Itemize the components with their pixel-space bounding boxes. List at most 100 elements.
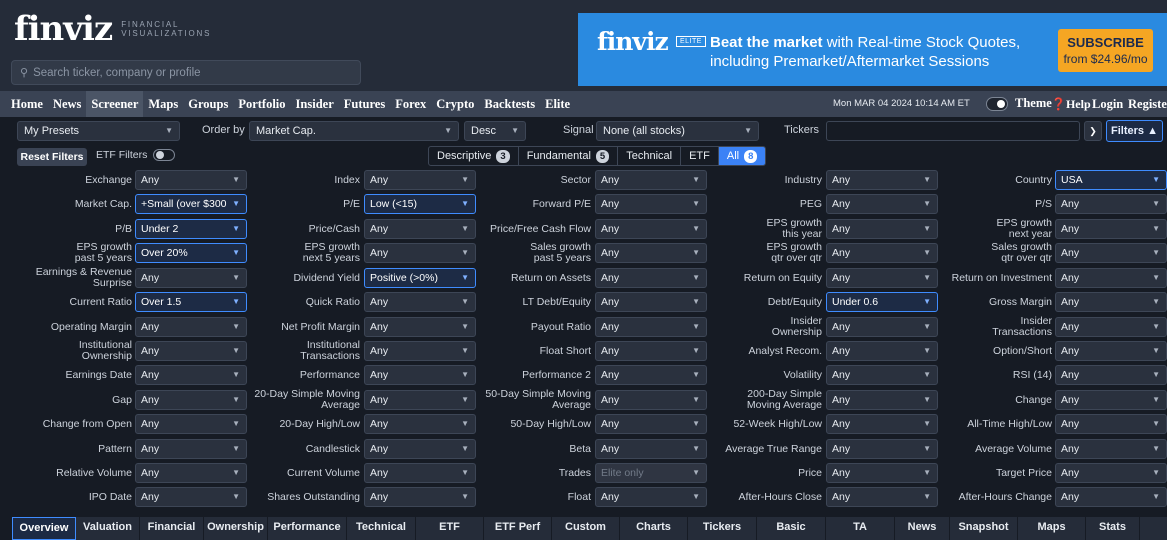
filter-select-eps-growth-this-year[interactable]: Any ▼	[826, 218, 938, 239]
subscribe-button[interactable]: SUBSCRIBE from $24.96/mo	[1058, 29, 1153, 72]
filter-select-float[interactable]: Any ▼	[595, 487, 707, 508]
filter-select-current-ratio[interactable]: Over 1.5 ▼	[135, 292, 247, 313]
filter-select-performance-2[interactable]: Any ▼	[595, 365, 707, 386]
filter-select-forward-p-e[interactable]: Any ▼	[595, 194, 707, 215]
filter-select-peg[interactable]: Any ▼	[826, 194, 938, 215]
filter-select-performance[interactable]: Any ▼	[364, 365, 476, 386]
filter-select-p-b[interactable]: Under 2 ▼	[135, 218, 247, 239]
filter-select-sales-growth-qtr-over-qtr[interactable]: Any ▼	[1055, 243, 1167, 264]
filter-select-payout-ratio[interactable]: Any ▼	[595, 316, 707, 337]
filter-select-operating-margin[interactable]: Any ▼	[135, 316, 247, 337]
filter-select-insider-ownership[interactable]: Any ▼	[826, 316, 938, 337]
nav-groups[interactable]: Groups	[183, 91, 233, 117]
filter-select-candlestick[interactable]: Any ▼	[364, 438, 476, 459]
filter-select-target-price[interactable]: Any ▼	[1055, 463, 1167, 484]
nav-elite[interactable]: Elite	[540, 91, 575, 117]
filter-select-exchange[interactable]: Any ▼	[135, 170, 247, 190]
filter-select-analyst-recom[interactable]: Any ▼	[826, 340, 938, 361]
help-link[interactable]: ❓Help	[1051, 91, 1091, 117]
filter-select-market-cap[interactable]: +Small (over $300 ▼	[135, 194, 247, 215]
view-tab-performance[interactable]: Performance	[268, 517, 347, 540]
filter-select-institutional-ownership[interactable]: Any ▼	[135, 340, 247, 361]
filter-select-price[interactable]: Any ▼	[826, 463, 938, 484]
view-tab-valuation[interactable]: Valuation	[76, 517, 140, 540]
filter-select-index[interactable]: Any ▼	[364, 170, 476, 190]
filter-select-country[interactable]: USA ▼	[1055, 170, 1167, 190]
filter-select-gross-margin[interactable]: Any ▼	[1055, 292, 1167, 313]
filter-select-after-hours-close[interactable]: Any ▼	[826, 487, 938, 508]
filter-select-return-on-assets[interactable]: Any ▼	[595, 267, 707, 288]
filter-select-earnings-date[interactable]: Any ▼	[135, 365, 247, 386]
filter-select-price-cash[interactable]: Any ▼	[364, 218, 476, 239]
filter-select-eps-growth-qtr-over-qtr[interactable]: Any ▼	[826, 243, 938, 264]
view-tab-snapshot[interactable]: Snapshot	[950, 517, 1018, 540]
filter-select-p-s[interactable]: Any ▼	[1055, 194, 1167, 215]
filter-select-all-time-high-low[interactable]: Any ▼	[1055, 414, 1167, 435]
filter-select-beta[interactable]: Any ▼	[595, 438, 707, 459]
nav-futures[interactable]: Futures	[339, 91, 390, 117]
filter-select-current-volume[interactable]: Any ▼	[364, 463, 476, 484]
filter-select-change[interactable]: Any ▼	[1055, 389, 1167, 410]
view-tab-news[interactable]: News	[895, 517, 950, 540]
view-tab-tickers[interactable]: Tickers	[688, 517, 757, 540]
tab-descriptive[interactable]: Descriptive 3	[429, 147, 519, 165]
filter-select-change-from-open[interactable]: Any ▼	[135, 414, 247, 435]
filter-select-52-week-high-low[interactable]: Any ▼	[826, 414, 938, 435]
filter-select-eps-growth-next-year[interactable]: Any ▼	[1055, 218, 1167, 239]
nav-forex[interactable]: Forex	[390, 91, 431, 117]
filter-select-average-volume[interactable]: Any ▼	[1055, 438, 1167, 459]
presets-select[interactable]: My Presets ▼	[17, 121, 180, 141]
filter-select-institutional-transactions[interactable]: Any ▼	[364, 340, 476, 361]
filter-select-ipo-date[interactable]: Any ▼	[135, 487, 247, 508]
view-tab-ownership[interactable]: Ownership	[204, 517, 268, 540]
tab-technical[interactable]: Technical	[618, 147, 682, 165]
filter-select-200-day-simple-moving-average[interactable]: Any ▼	[826, 389, 938, 410]
nav-screener[interactable]: Screener	[86, 91, 144, 117]
nav-insider[interactable]: Insider	[291, 91, 339, 117]
filter-select-industry[interactable]: Any ▼	[826, 170, 938, 190]
filter-select-pattern[interactable]: Any ▼	[135, 438, 247, 459]
view-tab-ta[interactable]: TA	[826, 517, 895, 540]
view-tab-overview[interactable]: Overview	[12, 517, 76, 540]
filter-select-dividend-yield[interactable]: Positive (>0%) ▼	[364, 267, 476, 288]
view-tab-etf[interactable]: ETF	[416, 517, 484, 540]
view-tab-maps[interactable]: Maps	[1018, 517, 1086, 540]
filter-select-volatility[interactable]: Any ▼	[826, 365, 938, 386]
reset-filters-button[interactable]: Reset Filters	[17, 148, 87, 166]
filter-select-eps-growth-past-5-years[interactable]: Over 20% ▼	[135, 243, 247, 264]
filter-select-average-true-range[interactable]: Any ▼	[826, 438, 938, 459]
filter-select-quick-ratio[interactable]: Any ▼	[364, 292, 476, 313]
register-link[interactable]: Register	[1128, 91, 1167, 117]
view-tab-technical[interactable]: Technical	[347, 517, 416, 540]
filter-select-debt-equity[interactable]: Under 0.6 ▼	[826, 292, 938, 313]
order-direction-select[interactable]: Desc ▼	[464, 121, 526, 141]
filter-select-return-on-investment[interactable]: Any ▼	[1055, 267, 1167, 288]
filter-select-20-day-high-low[interactable]: Any ▼	[364, 414, 476, 435]
tab-fundamental[interactable]: Fundamental 5	[519, 147, 619, 165]
filter-select-lt-debt-equity[interactable]: Any ▼	[595, 292, 707, 313]
filter-select-rsi-14[interactable]: Any ▼	[1055, 365, 1167, 386]
filter-select-net-profit-margin[interactable]: Any ▼	[364, 316, 476, 337]
filter-select-shares-outstanding[interactable]: Any ▼	[364, 487, 476, 508]
filters-toggle-button[interactable]: Filters ▲	[1106, 120, 1163, 142]
filter-select-earnings-revenue-surprise[interactable]: Any ▼	[135, 267, 247, 288]
view-tab-basic[interactable]: Basic	[757, 517, 826, 540]
filter-select-50-day-simple-moving-average[interactable]: Any ▼	[595, 389, 707, 410]
nav-crypto[interactable]: Crypto	[431, 91, 479, 117]
filter-select-gap[interactable]: Any ▼	[135, 389, 247, 410]
filter-select-relative-volume[interactable]: Any ▼	[135, 463, 247, 484]
signal-select[interactable]: None (all stocks) ▼	[596, 121, 759, 141]
theme-switch[interactable]	[986, 96, 1008, 111]
theme-toggle[interactable]: Theme	[986, 96, 1052, 111]
filter-select-price-free-cash-flow[interactable]: Any ▼	[595, 218, 707, 239]
filter-select-20-day-simple-moving-average[interactable]: Any ▼	[364, 389, 476, 410]
nav-portfolio[interactable]: Portfolio	[233, 91, 290, 117]
filter-select-insider-transactions[interactable]: Any ▼	[1055, 316, 1167, 337]
nav-maps[interactable]: Maps	[143, 91, 183, 117]
tickers-go-button[interactable]: ❯	[1084, 121, 1102, 141]
filter-select-eps-growth-next-5-years[interactable]: Any ▼	[364, 243, 476, 264]
view-tab-custom[interactable]: Custom	[552, 517, 620, 540]
filter-select-after-hours-change[interactable]: Any ▼	[1055, 487, 1167, 508]
tab-all[interactable]: All 8	[718, 147, 766, 165]
filter-select-float-short[interactable]: Any ▼	[595, 340, 707, 361]
